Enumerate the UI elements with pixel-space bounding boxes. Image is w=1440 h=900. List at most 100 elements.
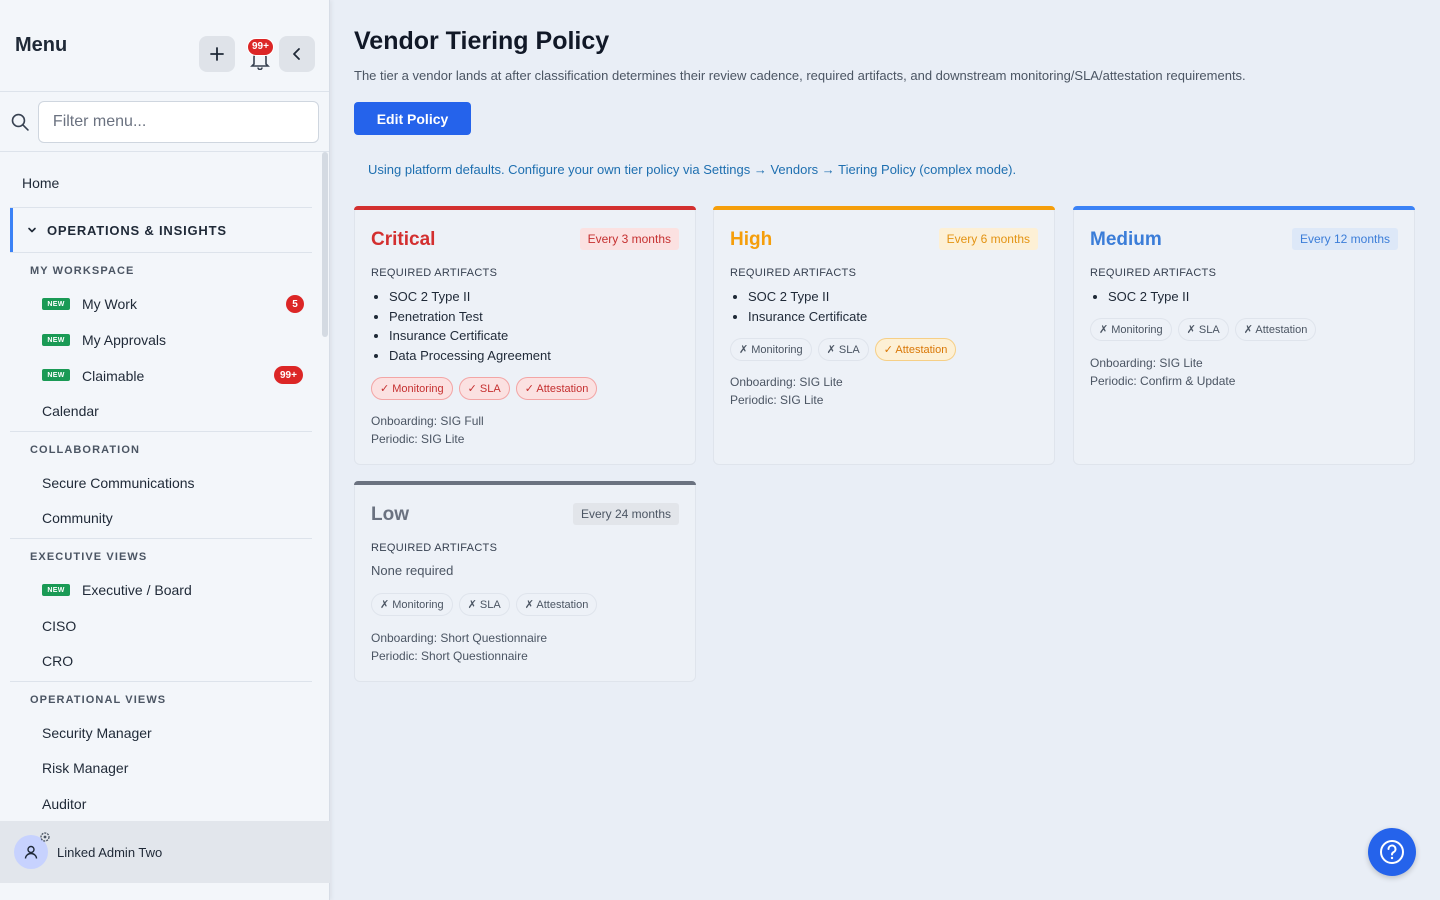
- section-my-workspace: MY WORKSPACE: [30, 265, 135, 277]
- cadence-badge: Every 12 months: [1291, 228, 1398, 250]
- requirement-chips: ✗ Monitoring ✗ SLA ✗ Attestation: [1090, 318, 1317, 341]
- menu-item-community[interactable]: Community: [42, 510, 113, 526]
- menu-item-my-approvals[interactable]: My Approvals: [82, 332, 166, 348]
- required-artifacts-label: REQUIRED ARTIFACTS: [371, 267, 498, 279]
- artifact-list: SOC 2 Type II Penetration Test Insurance…: [389, 287, 551, 365]
- sidebar-menu: Home OPERATIONS & INSIGHTS MY WORKSPACE …: [0, 152, 322, 821]
- filter-menu-input[interactable]: [37, 100, 319, 143]
- sidebar: Menu 99+ Home OPERATIONS & INSIGHTS MY W…: [0, 0, 330, 900]
- periodic-questionnaire: Periodic: Short Questionnaire: [371, 649, 528, 663]
- requirement-chips: ✗ Monitoring ✗ SLA ✗ Attestation: [371, 593, 598, 616]
- artifact-item: Insurance Certificate: [748, 307, 867, 327]
- requirement-chips: ✓ Monitoring ✓ SLA ✓ Attestation: [371, 377, 598, 400]
- requirement-chips: ✗ Monitoring ✗ SLA ✓ Attestation: [730, 338, 957, 361]
- notification-badge: 99+: [247, 38, 274, 56]
- tier-name: High: [730, 229, 773, 250]
- menu-item-calendar[interactable]: Calendar: [42, 403, 99, 419]
- onboarding-questionnaire: Onboarding: SIG Lite: [730, 375, 843, 389]
- help-button[interactable]: [1368, 828, 1416, 876]
- cadence-badge: Every 3 months: [579, 228, 679, 250]
- divider: [10, 431, 312, 432]
- tier-color-bar: [713, 206, 1055, 210]
- sidebar-scrollbar[interactable]: [322, 152, 328, 337]
- required-artifacts-label: REQUIRED ARTIFACTS: [371, 542, 498, 554]
- artifact-item: Data Processing Agreement: [389, 346, 551, 366]
- new-badge: NEW: [42, 334, 70, 346]
- onboarding-questionnaire: Onboarding: SIG Lite: [1090, 356, 1203, 370]
- group-operations-insights[interactable]: OPERATIONS & INSIGHTS: [10, 208, 312, 252]
- page-title: Vendor Tiering Policy: [354, 27, 610, 55]
- collapse-sidebar-button[interactable]: [279, 36, 315, 72]
- new-badge: NEW: [42, 298, 70, 310]
- chevron-left-icon: [293, 48, 300, 60]
- onboarding-questionnaire: Onboarding: SIG Full: [371, 414, 484, 428]
- artifact-item: SOC 2 Type II: [389, 287, 551, 307]
- sidebar-title: Menu: [15, 34, 68, 56]
- menu-item-risk-manager[interactable]: Risk Manager: [42, 760, 128, 776]
- attestation-chip: ✗ Attestation: [1234, 318, 1317, 341]
- menu-item-executive-board[interactable]: Executive / Board: [82, 582, 192, 598]
- menu-item-security-manager[interactable]: Security Manager: [42, 725, 152, 741]
- menu-item-secure-communications[interactable]: Secure Communications: [42, 475, 195, 491]
- monitoring-chip: ✗ Monitoring: [1090, 318, 1172, 341]
- cadence-badge: Every 6 months: [938, 228, 1038, 250]
- menu-item-home[interactable]: Home: [22, 175, 59, 191]
- section-operational-views: OPERATIONAL VIEWS: [30, 694, 167, 706]
- question-icon: [1380, 840, 1404, 864]
- tier-card-medium: Medium Every 12 months REQUIRED ARTIFACT…: [1073, 206, 1415, 465]
- menu-item-auditor[interactable]: Auditor: [42, 796, 86, 812]
- sla-chip: ✗ SLA: [1177, 318, 1229, 341]
- menu-item-claimable[interactable]: Claimable: [82, 368, 144, 384]
- count-badge: 5: [286, 295, 304, 313]
- tier-card-low: Low Every 24 months REQUIRED ARTIFACTS N…: [354, 481, 696, 682]
- artifact-item: Penetration Test: [389, 307, 551, 327]
- sla-chip: ✗ SLA: [817, 338, 869, 361]
- tier-color-bar: [354, 206, 696, 210]
- new-badge: NEW: [42, 584, 70, 596]
- artifact-item: SOC 2 Type II: [748, 287, 867, 307]
- group-label: OPERATIONS & INSIGHTS: [47, 222, 227, 238]
- section-executive-views: EXECUTIVE VIEWS: [30, 551, 148, 563]
- required-artifacts-label: REQUIRED ARTIFACTS: [730, 267, 857, 279]
- periodic-questionnaire: Periodic: Confirm & Update: [1090, 374, 1236, 388]
- artifact-list: SOC 2 Type II: [1108, 287, 1189, 307]
- attestation-chip: ✓ Attestation: [515, 377, 598, 400]
- section-collaboration: COLLABORATION: [30, 444, 141, 456]
- divider: [10, 538, 312, 539]
- user-name: Linked Admin Two: [57, 844, 163, 860]
- required-artifacts-label: REQUIRED ARTIFACTS: [1090, 267, 1217, 279]
- menu-item-ciso[interactable]: CISO: [42, 618, 76, 634]
- sla-chip: ✗ SLA: [458, 593, 510, 616]
- main-content: Vendor Tiering Policy The tier a vendor …: [331, 0, 1440, 900]
- periodic-questionnaire: Periodic: SIG Lite: [371, 432, 465, 446]
- avatar[interactable]: [14, 832, 50, 869]
- divider: [10, 681, 312, 682]
- monitoring-chip: ✓ Monitoring: [371, 377, 453, 400]
- artifact-item: Insurance Certificate: [389, 326, 551, 346]
- plus-icon: [210, 47, 224, 61]
- tier-color-bar: [1073, 206, 1415, 210]
- page-description: The tier a vendor lands at after classif…: [354, 68, 1246, 83]
- artifact-list: SOC 2 Type II Insurance Certificate: [748, 287, 867, 326]
- defaults-info-note: Using platform defaults. Configure your …: [368, 162, 1017, 177]
- attestation-chip: ✓ Attestation: [874, 338, 957, 361]
- menu-item-my-work[interactable]: My Work: [82, 296, 137, 312]
- gear-icon: [40, 832, 50, 842]
- menu-item-cro[interactable]: CRO: [42, 653, 73, 669]
- tier-name: Critical: [371, 229, 436, 250]
- no-artifacts-text: None required: [371, 563, 454, 578]
- sla-chip: ✓ SLA: [458, 377, 510, 400]
- periodic-questionnaire: Periodic: SIG Lite: [730, 393, 824, 407]
- chevron-down-icon: [28, 227, 36, 233]
- tier-card-high: High Every 6 months REQUIRED ARTIFACTS S…: [713, 206, 1055, 465]
- add-button[interactable]: [199, 36, 235, 72]
- divider: [10, 252, 312, 253]
- edit-policy-button[interactable]: Edit Policy: [354, 102, 471, 135]
- search-icon: [11, 113, 29, 131]
- attestation-chip: ✗ Attestation: [515, 593, 598, 616]
- tier-name: Low: [371, 504, 409, 525]
- user-profile[interactable]: Linked Admin Two: [0, 821, 330, 883]
- new-badge: NEW: [42, 369, 70, 381]
- tier-color-bar: [354, 481, 696, 485]
- onboarding-questionnaire: Onboarding: Short Questionnaire: [371, 631, 548, 645]
